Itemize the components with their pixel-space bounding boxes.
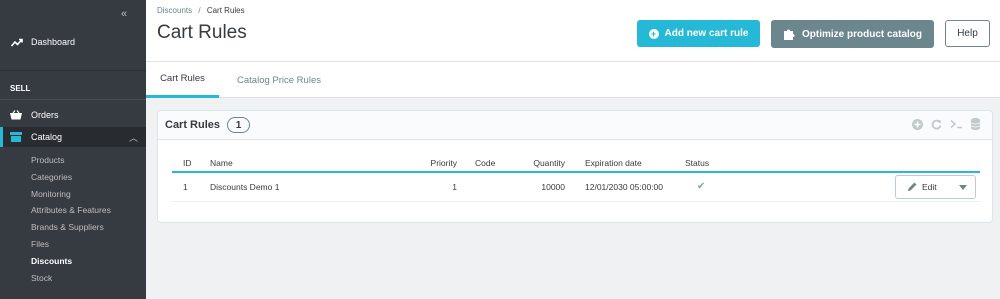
card-header: Cart Rules 1 <box>158 111 992 140</box>
sidebar-subitem-categories[interactable]: Categories <box>0 169 146 186</box>
edit-label: Edit <box>922 181 937 192</box>
cell-id: 1 <box>172 172 210 202</box>
column-header-priority[interactable]: Priority <box>420 155 475 173</box>
table-header-row: ID Name Priority Code Quantity Expiratio… <box>172 155 980 173</box>
cell-priority: 1 <box>420 172 475 202</box>
sidebar-section-sell: SELL <box>10 84 31 93</box>
card-title: Cart Rules <box>165 119 221 131</box>
add-new-cart-rule-button[interactable]: + Add new cart rule <box>637 20 760 47</box>
cart-rules-card: Cart Rules 1 ID Name Priority Code Quant… <box>157 110 993 223</box>
tab-bar: Cart Rules Catalog Price Rules <box>146 61 1000 98</box>
sidebar-divider <box>0 70 146 71</box>
column-header-id[interactable]: ID <box>172 155 210 173</box>
sidebar-item-dashboard[interactable]: Dashboard <box>0 33 146 51</box>
page-title: Cart Rules <box>157 22 247 43</box>
terminal-icon[interactable] <box>950 119 963 129</box>
check-icon[interactable]: ✔ <box>697 181 705 192</box>
sidebar: « Dashboard SELL Orders Catalog ︿ Produc… <box>0 0 146 299</box>
count-badge: 1 <box>227 117 250 133</box>
cart-rules-table: ID Name Priority Code Quantity Expiratio… <box>172 155 980 202</box>
optimize-product-catalog-button[interactable]: Optimize product catalog <box>771 20 934 48</box>
refresh-icon[interactable] <box>931 119 942 130</box>
sidebar-subitem-monitoring[interactable]: Monitoring <box>0 186 146 203</box>
basket-icon <box>10 109 23 120</box>
plus-circle-icon: + <box>648 28 659 39</box>
breadcrumb: Discounts / Cart Rules <box>157 6 245 15</box>
sidebar-subitem-brands-suppliers[interactable]: Brands & Suppliers <box>0 219 146 236</box>
pencil-icon <box>908 182 917 192</box>
cell-expiration: 12/01/2030 05:00:00 <box>575 172 685 202</box>
column-header-expiration[interactable]: Expiration date <box>575 155 685 173</box>
table-row[interactable]: 1 Discounts Demo 1 1 10000 12/01/2030 05… <box>172 172 980 202</box>
sidebar-divider <box>0 99 146 100</box>
store-icon <box>10 132 23 142</box>
edit-button[interactable]: Edit <box>895 174 976 199</box>
column-header-name[interactable]: Name <box>210 155 420 173</box>
chevron-up-icon: ︿ <box>128 133 138 143</box>
sidebar-item-label: Orders <box>31 109 59 120</box>
sidebar-subitem-products[interactable]: Products <box>0 152 146 169</box>
trending-up-icon <box>11 38 24 47</box>
breadcrumb-separator: / <box>198 6 201 15</box>
cell-name: Discounts Demo 1 <box>210 172 420 202</box>
sidebar-item-label: Catalog <box>31 132 63 142</box>
breadcrumb-current: Cart Rules <box>206 6 245 15</box>
sidebar-item-label: Dashboard <box>31 37 76 47</box>
help-button[interactable]: Help <box>945 20 990 47</box>
add-icon[interactable] <box>912 118 923 130</box>
optimize-button-label: Optimize product catalog <box>801 28 922 40</box>
cell-actions: Edit <box>775 172 980 202</box>
breadcrumb-link-discounts[interactable]: Discounts <box>157 6 192 15</box>
column-header-status[interactable]: Status <box>685 155 775 173</box>
add-button-label: Add new cart rule <box>664 28 749 39</box>
column-header-quantity[interactable]: Quantity <box>530 155 575 173</box>
sidebar-subitem-stock[interactable]: Stock <box>0 270 146 287</box>
cell-status[interactable]: ✔ <box>685 172 775 202</box>
tab-cart-rules[interactable]: Cart Rules <box>146 62 219 98</box>
sidebar-subitem-discounts[interactable]: Discounts <box>0 253 146 270</box>
database-icon[interactable] <box>971 118 980 130</box>
sidebar-subitem-files[interactable]: Files <box>0 236 146 253</box>
cell-quantity: 10000 <box>530 172 575 202</box>
sidebar-item-orders[interactable]: Orders <box>0 106 146 123</box>
row-actions: Edit <box>775 174 980 199</box>
column-header-actions <box>775 155 980 173</box>
sidebar-subitem-attributes-features[interactable]: Attributes & Features <box>0 202 146 219</box>
collapse-sidebar-button[interactable]: « <box>121 8 127 20</box>
page-header: Discounts / Cart Rules Cart Rules + Add … <box>146 0 1000 61</box>
puzzle-icon <box>783 28 796 41</box>
card-toolbar <box>912 118 980 130</box>
sidebar-item-catalog[interactable]: Catalog ︿ <box>0 127 146 147</box>
tab-catalog-price-rules[interactable]: Catalog Price Rules <box>219 62 339 98</box>
cell-code <box>475 172 530 202</box>
column-header-code[interactable]: Code <box>475 155 530 173</box>
caret-down-icon[interactable] <box>959 184 967 190</box>
catalog-submenu: Products Categories Monitoring Attribute… <box>0 152 146 286</box>
